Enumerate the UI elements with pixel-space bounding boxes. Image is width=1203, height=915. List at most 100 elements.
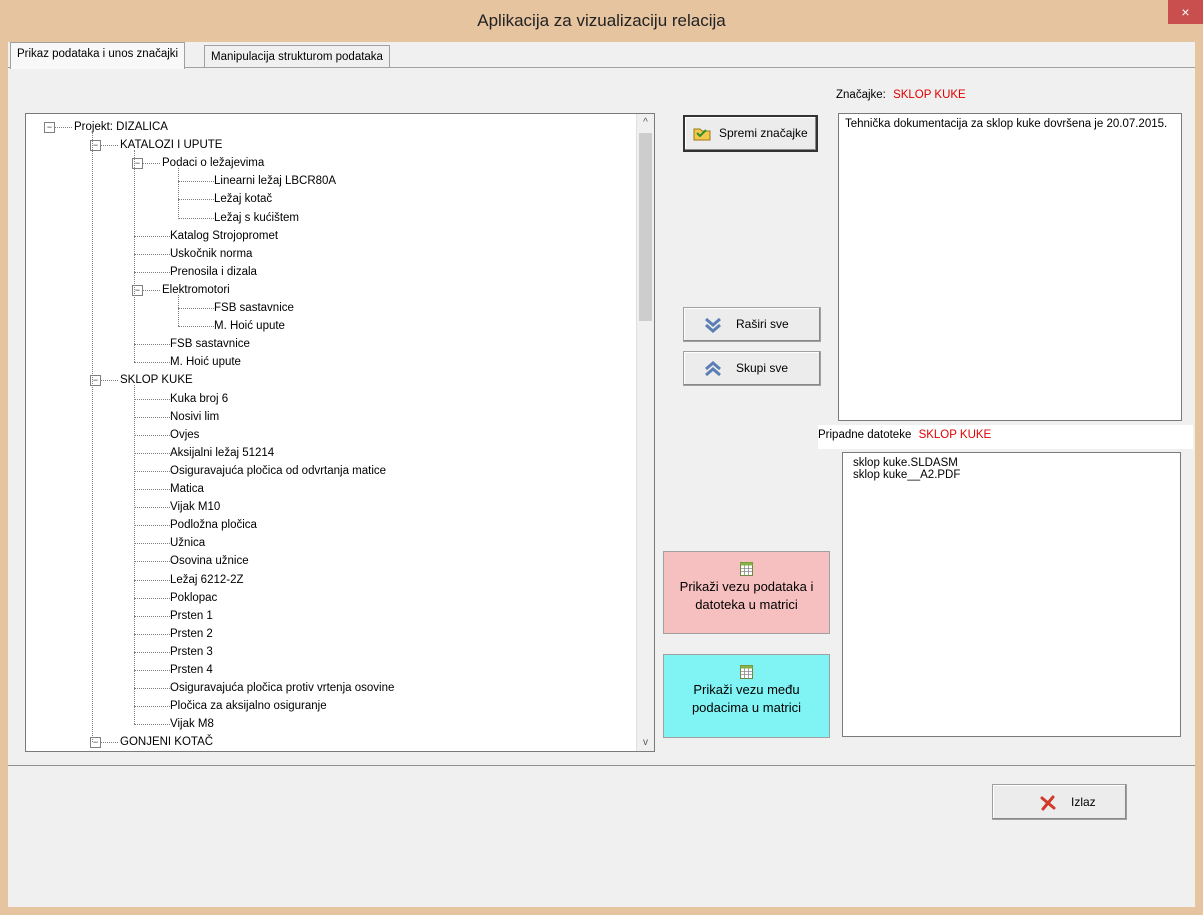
tab-data-display[interactable]: Prikaz podataka i unos značajki	[10, 42, 186, 69]
tree-node[interactable]: SKLOP KUKE	[120, 371, 193, 389]
tree-node[interactable]: Nosivi lim	[170, 408, 219, 426]
tree-node[interactable]: Projekt: DIZALICA	[74, 118, 168, 136]
tree-node[interactable]: GONJENI KOTAČ	[120, 733, 213, 751]
tree-connector-line	[134, 688, 170, 690]
tree-connector-line	[134, 362, 170, 364]
tree-collapse-icon[interactable]: −	[44, 122, 55, 133]
files-heading: Pripadne datoteke SKLOP KUKE	[818, 425, 1193, 449]
scroll-up-icon[interactable]: ^	[637, 114, 654, 131]
tree-node[interactable]: Ležaj s kućištem	[214, 209, 299, 227]
tree-connector-line	[134, 724, 170, 726]
collapse-all-button[interactable]: Skupi sve	[683, 351, 821, 386]
show-data-files-matrix-button[interactable]: Prikaži vezu podataka i datoteka u matri…	[663, 551, 830, 634]
tree-connector-line	[134, 579, 170, 581]
tree-connector-line	[134, 633, 170, 635]
file-list-item[interactable]: sklop kuke.SLDASM	[849, 457, 1174, 469]
tree-node[interactable]: Osiguravajuća pločica protiv vrtenja oso…	[170, 679, 394, 697]
exit-label: Izlaz	[1071, 795, 1096, 809]
tree-node[interactable]: M. Hoić upute	[214, 317, 285, 335]
tree-connector-line	[134, 271, 170, 273]
tree-connector-line	[178, 308, 214, 309]
scroll-thumb[interactable]	[639, 133, 652, 321]
exit-button[interactable]: Izlaz	[992, 784, 1127, 820]
tree-connector-line	[178, 199, 214, 201]
save-folder-icon	[693, 128, 711, 141]
files-label: Pripadne datoteke	[818, 429, 912, 441]
tree-node[interactable]: FSB sastavnice	[170, 335, 250, 353]
chevron-down-icon	[705, 317, 721, 333]
app-window: Aplikacija za vizualizaciju relacija × P…	[0, 0, 1203, 915]
tree-connector-line	[134, 452, 170, 454]
tree-connector-line	[134, 489, 170, 490]
tab-divider	[8, 67, 1195, 68]
files-selected-item: SKLOP KUKE	[918, 429, 992, 441]
tree-connector-line	[134, 416, 170, 418]
tree-node[interactable]: Katalog Strojopromet	[170, 227, 278, 245]
tree-node[interactable]: Užnica	[170, 534, 205, 552]
tree-connector-line	[134, 507, 170, 509]
tree-connector-line	[178, 326, 214, 328]
tree-scrollbar[interactable]: ^ v	[636, 114, 654, 751]
spreadsheet-icon	[740, 665, 753, 679]
tab-data-structure[interactable]: Manipulacija strukturom podataka	[204, 45, 390, 68]
tree-guide-line	[178, 168, 179, 218]
tree-node[interactable]: Prsten 1	[170, 607, 213, 625]
close-icon	[1040, 795, 1056, 811]
tree-node[interactable]: Osiguravajuća pločica od odvrtanja matic…	[170, 462, 386, 480]
tree-connector-line	[134, 344, 170, 346]
tree-node[interactable]: Osovina užnice	[170, 552, 249, 570]
tree-connector-line	[134, 670, 170, 671]
tree-connector-line	[134, 561, 170, 563]
files-list[interactable]: sklop kuke.SLDASM sklop kuke__A2.PDF	[842, 452, 1181, 737]
tree-node[interactable]: Elektromotori	[162, 281, 230, 299]
tree-connector-line	[134, 651, 170, 653]
tree-guide-line	[134, 150, 135, 363]
tree-node[interactable]: Uskočnik norma	[170, 245, 252, 263]
tree-node[interactable]: Prenosila i dizala	[170, 263, 257, 281]
tree-node[interactable]: M. Hoić upute	[170, 353, 241, 371]
scroll-down-icon[interactable]: v	[637, 734, 654, 751]
expand-all-label: Raširi sve	[736, 317, 789, 331]
file-list-item[interactable]: sklop kuke__A2.PDF	[849, 469, 1174, 481]
features-selected-item: SKLOP KUKE	[893, 89, 966, 101]
tree-node[interactable]: Ležaj kotač	[214, 190, 272, 208]
tree-connector-line	[134, 398, 170, 400]
tree-node[interactable]: FSB sastavnice	[214, 299, 294, 317]
tree-content: − Projekt: DIZALICA − KATALOZI I UPUTE − Poda…	[26, 114, 636, 751]
tree-node[interactable]: Aksijalni ležaj 51214	[170, 444, 274, 462]
tree-node[interactable]: Vijak M8	[170, 715, 214, 733]
tree-node[interactable]: Podložna pločica	[170, 516, 257, 534]
tree-node[interactable]: Prsten 4	[170, 661, 213, 679]
spreadsheet-icon	[740, 562, 753, 576]
tab-bar: Prikaz podataka i unos značajki Manipula…	[8, 42, 1195, 69]
tree-connector-line	[134, 597, 170, 599]
tree-node[interactable]: Ovjes	[170, 426, 199, 444]
tree-connector-line	[134, 615, 170, 617]
expand-all-button[interactable]: Raširi sve	[683, 307, 821, 342]
collapse-all-label: Skupi sve	[736, 361, 789, 375]
data-tree[interactable]: − Projekt: DIZALICA − KATALOZI I UPUTE − Poda…	[25, 113, 655, 752]
tree-guide-line	[92, 132, 93, 743]
tree-node[interactable]: Ležaj 6212-2Z	[170, 571, 244, 589]
tree-node[interactable]: Prsten 3	[170, 643, 213, 661]
show-data-relations-matrix-label: Prikaži vezu među podacima u matrici	[691, 682, 802, 715]
tree-node[interactable]: Kuka broj 6	[170, 390, 228, 408]
tree-node[interactable]: Prsten 2	[170, 625, 213, 643]
save-features-button[interactable]: Spremi značajke	[683, 115, 818, 152]
features-text: Tehnička dokumentacija za sklop kuke dov…	[845, 118, 1168, 130]
show-data-files-matrix-label: Prikaži vezu podataka i datoteka u matri…	[679, 579, 814, 612]
tree-node[interactable]: Pločica za aksijalno osiguranje	[170, 697, 327, 715]
tree-node[interactable]: Poklopac	[170, 589, 217, 607]
window-frame-left	[0, 42, 8, 915]
show-data-relations-matrix-button[interactable]: Prikaži vezu među podacima u matrici	[663, 654, 830, 738]
features-textarea[interactable]: Tehnička dokumentacija za sklop kuke dov…	[838, 113, 1182, 421]
close-button[interactable]: ×	[1168, 0, 1203, 24]
tree-node[interactable]: Matica	[170, 480, 204, 498]
tree-node[interactable]: Vijak M10	[170, 498, 220, 516]
features-heading: Značajke: SKLOP KUKE	[836, 89, 966, 101]
tree-node[interactable]: Linearni ležaj LBCR80A	[214, 172, 336, 190]
tree-connector-line	[134, 253, 170, 255]
tree-node[interactable]: KATALOZI I UPUTE	[120, 136, 222, 154]
close-icon: ×	[1181, 4, 1190, 20]
tree-connector-line	[178, 181, 214, 183]
